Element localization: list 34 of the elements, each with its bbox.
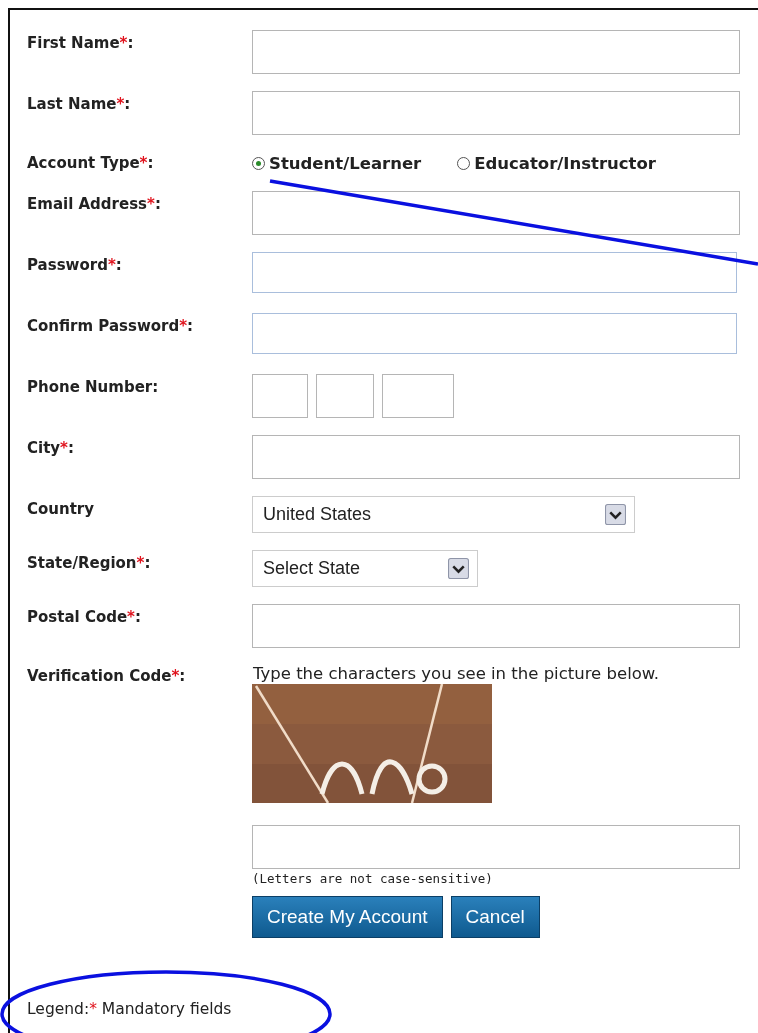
field-label: Country (27, 499, 96, 520)
field-label: Postal Code*: (27, 607, 142, 628)
dropdown[interactable]: United States (252, 496, 635, 533)
password-field[interactable] (252, 252, 737, 293)
form-button[interactable]: Cancel (450, 896, 540, 938)
field-label: Email Address*: (27, 194, 162, 215)
radio-option[interactable]: Educator/Instructor (457, 154, 656, 173)
field-label: State/Region*: (27, 553, 152, 574)
phone-field[interactable] (316, 374, 374, 418)
legend-text: Legend:* Mandatory fields (27, 1000, 232, 1018)
field-label: First Name*: (27, 33, 135, 54)
text-field[interactable] (252, 191, 740, 235)
phone-field[interactable] (382, 374, 454, 418)
field-label: Last Name*: (27, 94, 132, 115)
field-label: Account Type*: (27, 153, 155, 174)
chevron-down-icon (448, 558, 469, 579)
field-label: City*: (27, 438, 75, 459)
text-field[interactable] (252, 604, 740, 648)
field-label: Verification Code*: (27, 666, 187, 687)
field-label: Password*: (27, 255, 123, 276)
chevron-down-icon (605, 504, 626, 525)
instruction-text: Type the characters you see in the picture below. (253, 664, 660, 683)
password-field[interactable] (252, 313, 737, 354)
text-field[interactable] (252, 435, 740, 479)
phone-field[interactable] (252, 374, 308, 418)
dropdown[interactable]: Select State (252, 550, 478, 587)
text-field[interactable] (252, 91, 740, 135)
field-label: Phone Number: (27, 377, 160, 398)
field-label: Confirm Password*: (27, 316, 195, 337)
verification-field[interactable] (252, 825, 740, 869)
text-field[interactable] (252, 30, 740, 74)
hint-text: (Letters are not case-sensitive) (252, 871, 493, 886)
radio-option[interactable]: Student/Learner (252, 154, 422, 173)
form-button[interactable]: Create My Account (252, 896, 443, 938)
